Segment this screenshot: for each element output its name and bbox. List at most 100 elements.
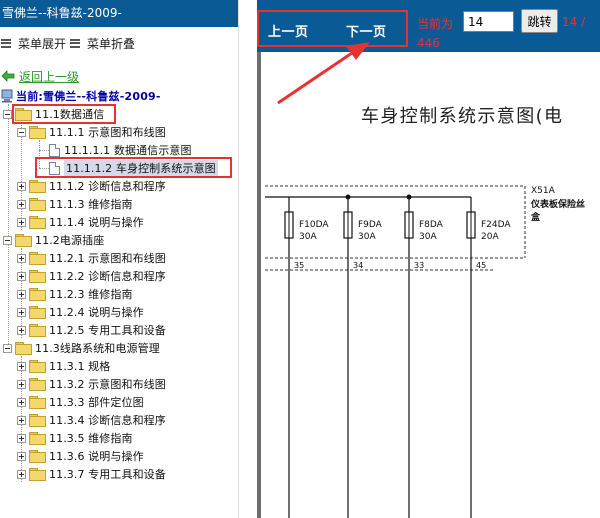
folder-icon [29, 180, 46, 193]
tree-node-label: 11.2.3 维修指南 [49, 288, 133, 301]
folder-icon [29, 270, 46, 283]
tree-node-label: 11.2.1 示意图和布线图 [49, 252, 166, 265]
expand-toggle[interactable] [17, 397, 26, 407]
expand-toggle[interactable] [17, 433, 26, 443]
tree-node-label: 11.1.1 示意图和布线图 [49, 126, 166, 139]
document-page: 车身控制系统示意图(电 X51A 仪表板保险丝 盒 F10DA 30A F9DA… [257, 52, 600, 518]
tree-node-11-3-7[interactable]: 11.3.7 专用工具和设备 [17, 465, 166, 483]
back-link[interactable]: 返回上一级 [1, 68, 79, 84]
menu-expand-button[interactable]: 菜单展开 [1, 35, 66, 51]
tree-node-11-2-3[interactable]: 11.2.3 维修指南 [17, 285, 133, 303]
expand-toggle[interactable] [17, 199, 26, 209]
document-viewer: 上一页 下一页 当前为 跳转 14 / 446 车身控制系统示意图(电 [257, 0, 600, 518]
folder-icon [29, 450, 46, 463]
tree-node-11-2-4[interactable]: 11.2.4 说明与操作 [17, 303, 144, 321]
collapse-toggle[interactable] [3, 235, 12, 245]
navigation-pane: 雪佛兰--科鲁兹-2009- 菜单展开 菜单折叠 返回上一级 当前:雪佛兰--科… [0, 0, 238, 518]
wiring-schematic: X51A 仪表板保险丝 盒 F10DA 30A F9DA 30A F8DA 30… [265, 185, 585, 518]
expand-toggle[interactable] [17, 271, 26, 281]
pin-number: 34 [353, 261, 363, 270]
folder-icon [29, 414, 46, 427]
tree-node-11-1-2[interactable]: 11.1.2 诊断信息和程序 [17, 177, 166, 195]
tree-node-label: 11.1.4 说明与操作 [49, 216, 144, 229]
tree-node-label: 11.1.1.1 数据通信示意图 [64, 144, 192, 157]
expand-toggle[interactable] [17, 415, 26, 425]
tree-node-label: 11.1.3 维修指南 [49, 198, 133, 211]
expand-toggle[interactable] [17, 451, 26, 461]
tree-node-11-2-5[interactable]: 11.2.5 专用工具和设备 [17, 321, 166, 339]
tree-node-11-1[interactable]: 11.1数据通信 [3, 105, 104, 123]
tree-node-11-3-1[interactable]: 11.3.1 规格 [17, 357, 110, 375]
tree-node-label: 11.2.5 专用工具和设备 [49, 324, 166, 337]
current-location: 当前:雪佛兰--科鲁兹-2009- [1, 87, 161, 104]
app-title-bar: 雪佛兰--科鲁兹-2009- [0, 0, 238, 27]
tree-node-label: 11.2电源插座 [35, 234, 105, 247]
fuse-id: F9DA [358, 220, 383, 230]
tree-node-label: 11.2.4 说明与操作 [49, 306, 144, 319]
tree-node-11-1-3[interactable]: 11.1.3 维修指南 [17, 195, 133, 213]
block-name: 盒 [530, 211, 541, 223]
goto-button[interactable]: 跳转 [521, 9, 558, 33]
folder-icon [29, 432, 46, 445]
expand-toggle[interactable] [17, 289, 26, 299]
document-icon [49, 143, 60, 157]
expand-toggle[interactable] [17, 361, 26, 371]
fuse-rating: 20A [481, 232, 499, 242]
tree-node-label: 11.2.2 诊断信息和程序 [49, 270, 166, 283]
folder-open-icon [15, 108, 32, 121]
expand-toggle[interactable] [17, 181, 26, 191]
tree-node-label: 11.1数据通信 [35, 108, 105, 121]
expand-toggle[interactable] [17, 307, 26, 317]
folder-icon [29, 288, 46, 301]
tree-node-11-3-6[interactable]: 11.3.6 说明与操作 [17, 447, 144, 465]
tree-node-11-2-2[interactable]: 11.2.2 诊断信息和程序 [17, 267, 166, 285]
app-title: 雪佛兰--科鲁兹-2009- [2, 6, 122, 20]
expand-toggle[interactable] [17, 217, 26, 227]
page-number-input[interactable] [463, 11, 514, 32]
back-link-label: 返回上一级 [19, 69, 80, 84]
folder-icon [29, 324, 46, 337]
menu-icon [70, 38, 80, 48]
collapse-toggle[interactable] [3, 343, 12, 353]
expand-toggle[interactable] [17, 253, 26, 263]
expand-toggle[interactable] [17, 379, 26, 389]
folder-open-icon [15, 234, 32, 247]
tree-node-label: 11.3.4 诊断信息和程序 [49, 414, 166, 427]
folder-icon [29, 252, 46, 265]
pin-number: 35 [294, 261, 304, 270]
tree-node-label: 11.3.3 部件定位图 [49, 396, 144, 409]
tree-node-11-1-1-1[interactable]: 11.1.1.1 数据通信示意图 [45, 141, 192, 159]
folder-icon [29, 216, 46, 229]
menu-expand-label: 菜单展开 [18, 36, 67, 51]
tree-node-11-3-3[interactable]: 11.3.3 部件定位图 [17, 393, 144, 411]
next-page-button[interactable]: 下一页 [346, 21, 387, 40]
computer-icon [1, 89, 13, 102]
expand-toggle[interactable] [17, 469, 26, 479]
folder-icon [29, 378, 46, 391]
collapse-toggle[interactable] [17, 127, 26, 137]
block-name: 仪表板保险丝 [530, 198, 585, 210]
fuse-id: F10DA [299, 220, 329, 230]
page-count-current: 14 / [562, 15, 586, 29]
expand-toggle[interactable] [17, 325, 26, 335]
tree-node-11-3[interactable]: 11.3线路系统和电源管理 [3, 339, 160, 357]
tree-node-11-2-1[interactable]: 11.2.1 示意图和布线图 [17, 249, 166, 267]
tree-node-11-1-1[interactable]: 11.1.1 示意图和布线图 [17, 123, 166, 141]
folder-icon [29, 396, 46, 409]
tree-node-label-selected: 11.1.1.2 车身控制系统示意图 [64, 160, 218, 176]
tree-node-11-1-4[interactable]: 11.1.4 说明与操作 [17, 213, 144, 231]
fuse-rating: 30A [299, 232, 317, 242]
prev-page-button[interactable]: 上一页 [268, 21, 309, 40]
fuse-rating: 30A [419, 232, 437, 242]
tree-node-11-2[interactable]: 11.2电源插座 [3, 231, 104, 249]
menu-icon [1, 38, 11, 48]
menu-collapse-button[interactable]: 菜单折叠 [70, 35, 135, 51]
tree-node-11-3-4[interactable]: 11.3.4 诊断信息和程序 [17, 411, 166, 429]
tree-node-11-1-1-2[interactable]: 11.1.1.2 车身控制系统示意图 [45, 159, 218, 177]
tree-node-11-3-5[interactable]: 11.3.5 维修指南 [17, 429, 133, 447]
folder-icon [29, 360, 46, 373]
tree-node-label: 11.3.1 规格 [49, 360, 111, 373]
pane-splitter[interactable] [238, 0, 257, 518]
collapse-toggle[interactable] [3, 109, 12, 119]
tree-node-11-3-2[interactable]: 11.3.2 示意图和布线图 [17, 375, 166, 393]
